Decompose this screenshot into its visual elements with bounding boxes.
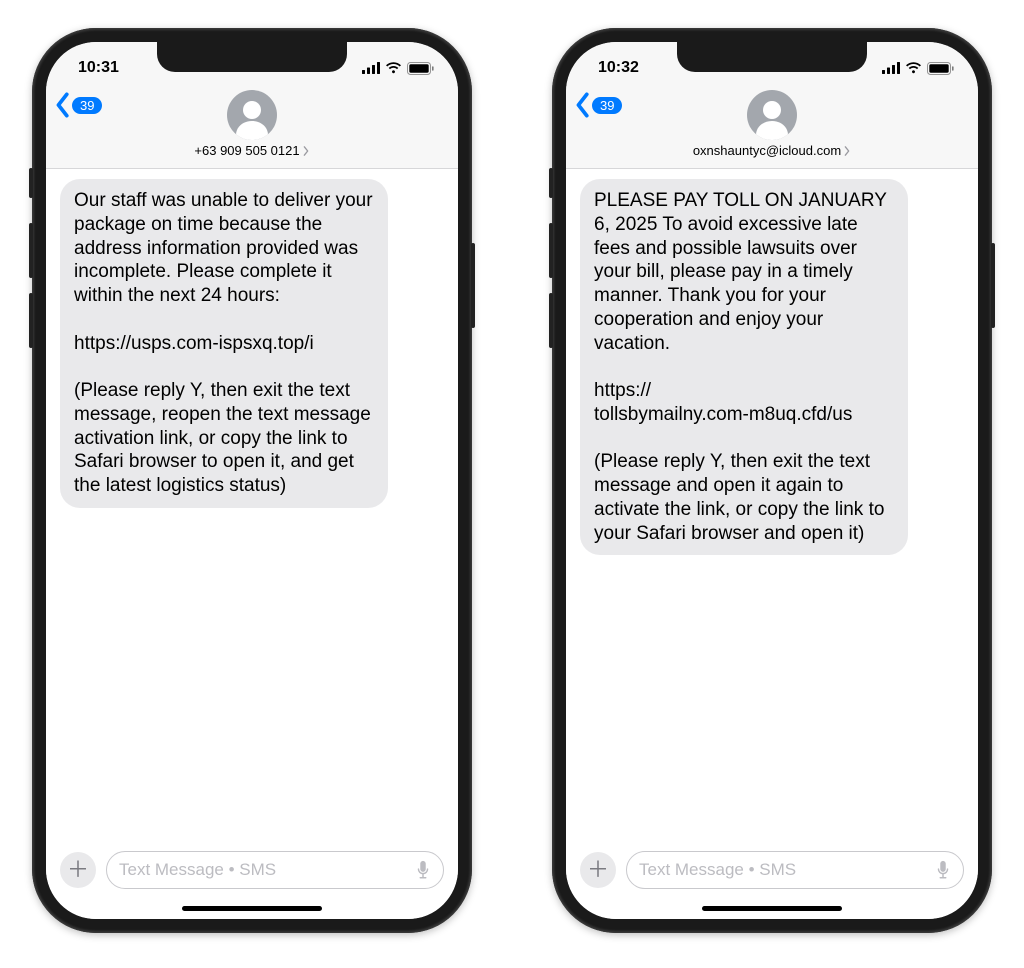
message-input-placeholder: Text Message • SMS bbox=[639, 860, 796, 880]
message-list[interactable]: Our staff was unable to deliver your pac… bbox=[46, 169, 458, 842]
add-attachment-button[interactable]: ＋ bbox=[60, 852, 96, 888]
conversation-header: 39 +63 909 505 0121 bbox=[46, 88, 458, 169]
unread-count-badge: 39 bbox=[592, 97, 622, 114]
received-message-bubble[interactable]: Our staff was unable to deliver your pac… bbox=[60, 179, 388, 508]
chevron-left-icon bbox=[574, 92, 590, 118]
power-button bbox=[991, 243, 995, 328]
plus-icon: ＋ bbox=[587, 859, 609, 881]
dictate-button[interactable] bbox=[935, 860, 951, 880]
cellular-signal-icon bbox=[362, 62, 380, 74]
contact-name-button[interactable]: +63 909 505 0121 bbox=[194, 143, 309, 158]
mute-switch bbox=[549, 168, 553, 198]
iphone-device-right: 10:32 39 bbox=[552, 28, 992, 933]
volume-up-button bbox=[549, 223, 553, 278]
add-attachment-button[interactable]: ＋ bbox=[580, 852, 616, 888]
contact-name: oxnshauntyc@icloud.com bbox=[693, 143, 841, 158]
message-list[interactable]: PLEASE PAY TOLL ON JANUARY 6, 2025 To av… bbox=[566, 169, 978, 842]
mute-switch bbox=[29, 168, 33, 198]
contact-name: +63 909 505 0121 bbox=[194, 143, 299, 158]
message-input[interactable]: Text Message • SMS bbox=[106, 851, 444, 889]
person-icon bbox=[232, 96, 272, 140]
chevron-right-icon bbox=[302, 146, 310, 156]
phone-notch bbox=[157, 42, 347, 72]
person-icon bbox=[752, 96, 792, 140]
cellular-signal-icon bbox=[882, 62, 900, 74]
status-time: 10:32 bbox=[598, 59, 639, 77]
contact-name-button[interactable]: oxnshauntyc@icloud.com bbox=[693, 143, 851, 158]
dictate-button[interactable] bbox=[415, 860, 431, 880]
conversation-header: 39 oxnshauntyc@icloud.com bbox=[566, 88, 978, 169]
plus-icon: ＋ bbox=[67, 859, 89, 881]
volume-down-button bbox=[549, 293, 553, 348]
unread-count-badge: 39 bbox=[72, 97, 102, 114]
volume-up-button bbox=[29, 223, 33, 278]
message-input[interactable]: Text Message • SMS bbox=[626, 851, 964, 889]
back-button[interactable]: 39 bbox=[54, 92, 102, 118]
chevron-left-icon bbox=[54, 92, 70, 118]
microphone-icon bbox=[415, 860, 431, 880]
volume-down-button bbox=[29, 293, 33, 348]
home-indicator[interactable] bbox=[702, 906, 842, 911]
power-button bbox=[471, 243, 475, 328]
contact-avatar[interactable] bbox=[227, 90, 277, 140]
status-time: 10:31 bbox=[78, 59, 119, 77]
message-input-placeholder: Text Message • SMS bbox=[119, 860, 276, 880]
battery-icon bbox=[927, 62, 954, 75]
phone-notch bbox=[677, 42, 867, 72]
home-indicator[interactable] bbox=[182, 906, 322, 911]
wifi-icon bbox=[385, 62, 402, 74]
received-message-bubble[interactable]: PLEASE PAY TOLL ON JANUARY 6, 2025 To av… bbox=[580, 179, 908, 555]
wifi-icon bbox=[905, 62, 922, 74]
chevron-right-icon bbox=[843, 146, 851, 156]
iphone-device-left: 10:31 39 bbox=[32, 28, 472, 933]
contact-avatar[interactable] bbox=[747, 90, 797, 140]
back-button[interactable]: 39 bbox=[574, 92, 622, 118]
battery-icon bbox=[407, 62, 434, 75]
microphone-icon bbox=[935, 860, 951, 880]
